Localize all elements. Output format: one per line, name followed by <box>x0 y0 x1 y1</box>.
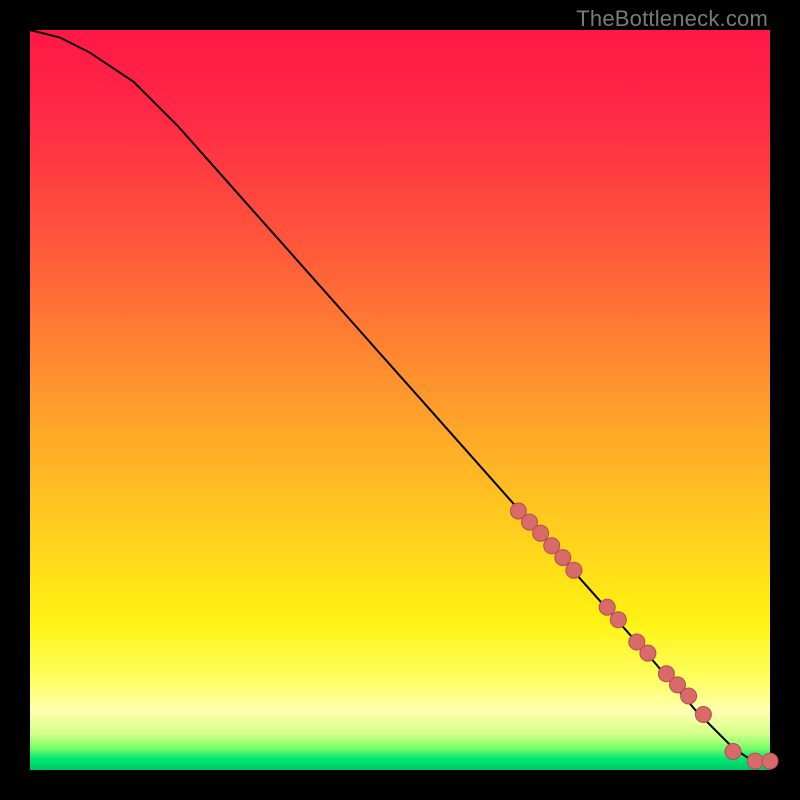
watermark-text: TheBottleneck.com <box>576 6 768 32</box>
marker-group <box>510 503 778 769</box>
data-point <box>747 753 763 769</box>
data-point <box>640 645 656 661</box>
data-point <box>762 753 778 769</box>
data-point <box>555 550 571 566</box>
chart-svg <box>30 30 770 770</box>
data-point <box>599 599 615 615</box>
data-point <box>725 744 741 760</box>
data-point <box>610 612 626 628</box>
data-point <box>566 562 582 578</box>
chart-frame: TheBottleneck.com <box>0 0 800 800</box>
plot-area <box>30 30 770 770</box>
data-point <box>681 688 697 704</box>
data-point <box>533 525 549 541</box>
data-point <box>695 707 711 723</box>
curve-line <box>30 30 770 763</box>
